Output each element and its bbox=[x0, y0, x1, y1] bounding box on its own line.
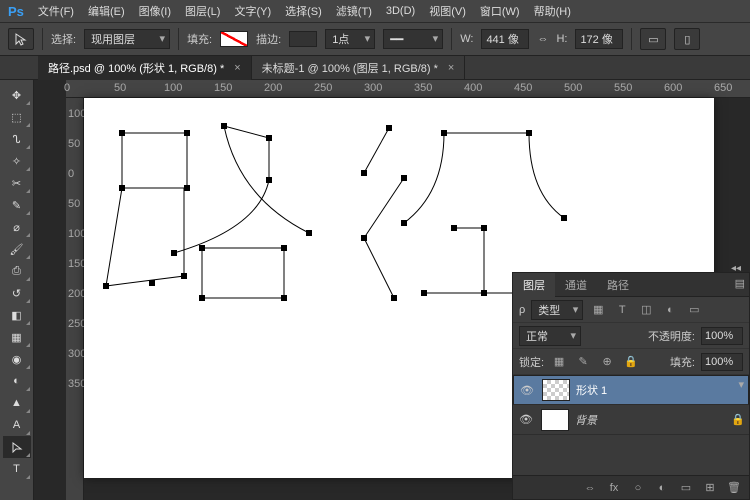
opacity-field[interactable]: 100% bbox=[701, 327, 743, 345]
marquee-tool[interactable]: ⬚ bbox=[3, 106, 31, 128]
panel-tab-paths[interactable]: 路径 bbox=[597, 273, 639, 297]
lasso-tool[interactable]: ᔐ bbox=[3, 128, 31, 150]
menu-filter[interactable]: 滤镜(T) bbox=[336, 3, 372, 19]
menu-window[interactable]: 窗口(W) bbox=[480, 3, 520, 19]
filter-smart-icon[interactable]: ▭ bbox=[685, 301, 703, 319]
layer-row[interactable]: 👁 背景 🔒 bbox=[513, 405, 749, 435]
lock-image-icon[interactable]: ⊕ bbox=[598, 353, 616, 371]
layer-name[interactable]: 背景 bbox=[575, 412, 597, 428]
doc-tab-2[interactable]: 未标题-1 @ 100% (图层 1, RGB/8) *× bbox=[252, 56, 466, 80]
lock-pixels-icon[interactable]: ▦ bbox=[550, 353, 568, 371]
panel-menu-icon[interactable]: ▤ bbox=[735, 277, 745, 290]
layer-row[interactable]: 👁 形状 1 bbox=[513, 375, 749, 405]
panel-tab-channels[interactable]: 通道 bbox=[555, 273, 597, 297]
filter-pixel-icon[interactable]: ▦ bbox=[589, 301, 607, 319]
link-layers-icon[interactable]: ⇔ bbox=[581, 479, 599, 497]
filter-text-icon[interactable]: ◫ bbox=[637, 301, 655, 319]
align-icon[interactable]: ▭ bbox=[640, 28, 666, 50]
toolbox: ✥ ⬚ ᔐ ✧ ✂ ✎ ⌀ 🖌 ⎙ ↺ ◧ ▦ ◉ ◐ ▲ A T bbox=[0, 80, 34, 500]
select-label: 选择: bbox=[51, 31, 76, 47]
path-selection-tool[interactable] bbox=[3, 436, 31, 458]
menu-layer[interactable]: 图层(L) bbox=[185, 3, 220, 19]
app-logo: Ps bbox=[8, 4, 24, 19]
stroke-label: 描边: bbox=[256, 31, 281, 47]
lock-label: 锁定: bbox=[519, 354, 544, 370]
menu-3d[interactable]: 3D(D) bbox=[386, 5, 415, 17]
close-icon[interactable]: × bbox=[234, 62, 240, 74]
fill-swatch[interactable] bbox=[220, 31, 248, 47]
group-icon[interactable]: ▭ bbox=[677, 479, 695, 497]
layer-name[interactable]: 形状 1 bbox=[576, 382, 607, 398]
menu-bar: Ps 文件(F) 编辑(E) 图像(I) 图层(L) 文字(Y) 选择(S) 滤… bbox=[0, 0, 750, 22]
type-tool[interactable]: A bbox=[3, 414, 31, 436]
lock-position-icon[interactable]: ✎ bbox=[574, 353, 592, 371]
gradient-tool[interactable]: ▦ bbox=[3, 326, 31, 348]
text-tool[interactable]: T bbox=[3, 458, 31, 480]
filter-kind-dropdown[interactable]: 类型 bbox=[531, 300, 583, 320]
menu-help[interactable]: 帮助(H) bbox=[534, 3, 571, 19]
layer-thumb[interactable] bbox=[542, 379, 570, 401]
layer-list: 👁 形状 1 👁 背景 🔒 bbox=[513, 375, 749, 475]
document-tab-bar: 路径.psd @ 100% (形状 1, RGB/8) *× 未标题-1 @ 1… bbox=[0, 56, 750, 80]
new-layer-icon[interactable]: ⊞ bbox=[701, 479, 719, 497]
height-label: H: bbox=[556, 33, 567, 45]
menu-view[interactable]: 视图(V) bbox=[429, 3, 466, 19]
lock-icon: 🔒 bbox=[731, 413, 745, 426]
stroke-swatch[interactable] bbox=[289, 31, 317, 47]
brush-tool[interactable]: 🖌 bbox=[3, 238, 31, 260]
doc-tab-1[interactable]: 路径.psd @ 100% (形状 1, RGB/8) *× bbox=[38, 56, 252, 80]
blend-mode-dropdown[interactable]: 正常 bbox=[519, 326, 581, 346]
close-icon[interactable]: × bbox=[448, 62, 454, 74]
history-brush-tool[interactable]: ↺ bbox=[3, 282, 31, 304]
fill-opacity-label: 填充: bbox=[670, 354, 695, 370]
menu-file[interactable]: 文件(F) bbox=[38, 3, 74, 19]
crop-tool[interactable]: ✂ bbox=[3, 172, 31, 194]
stroke-width-field[interactable]: 1点 bbox=[325, 29, 375, 49]
mask-icon[interactable]: ○ bbox=[629, 479, 647, 497]
healing-tool[interactable]: ⌀ bbox=[3, 216, 31, 238]
height-field[interactable]: 172 像 bbox=[575, 29, 623, 49]
dodge-tool[interactable]: ◐ bbox=[3, 370, 31, 392]
stamp-tool[interactable]: ⎙ bbox=[3, 260, 31, 282]
menu-edit[interactable]: 编辑(E) bbox=[88, 3, 125, 19]
menu-image[interactable]: 图像(I) bbox=[139, 3, 171, 19]
panel-tab-layers[interactable]: 图层 bbox=[513, 273, 555, 297]
filter-shape-icon[interactable]: ◐ bbox=[661, 301, 679, 319]
options-bar: 选择: 现用图层 填充: 描边: 1点 ━━ W: 441 像 ⇔ H: 172… bbox=[0, 22, 750, 56]
layer-select-dropdown[interactable]: 现用图层 bbox=[84, 29, 170, 49]
fill-opacity-field[interactable]: 100% bbox=[701, 353, 743, 371]
visibility-icon[interactable]: 👁 bbox=[517, 413, 535, 426]
width-field[interactable]: 441 像 bbox=[481, 29, 529, 49]
stroke-style-dropdown[interactable]: ━━ bbox=[383, 29, 443, 49]
blur-tool[interactable]: ◉ bbox=[3, 348, 31, 370]
filter-adjust-icon[interactable]: T bbox=[613, 301, 631, 319]
width-label: W: bbox=[460, 33, 473, 45]
fill-label: 填充: bbox=[187, 31, 212, 47]
eyedropper-tool[interactable]: ✎ bbox=[3, 194, 31, 216]
visibility-icon[interactable]: 👁 bbox=[518, 384, 536, 397]
layers-panel: ◂◂ 图层 通道 路径 ▤ ρ 类型 ▦ T ◫ ◐ ▭ 正常 不透明度: 10… bbox=[512, 272, 750, 500]
adjustment-icon[interactable]: ◐ bbox=[653, 479, 671, 497]
arrange-icon[interactable]: ▯ bbox=[674, 28, 700, 50]
ruler-horizontal: 0501001502002503003504004505005506006507… bbox=[66, 80, 750, 98]
menu-select[interactable]: 选择(S) bbox=[285, 3, 322, 19]
ruler-vertical: 10050050100150200250300350 bbox=[66, 98, 84, 500]
trash-icon[interactable]: 🗑 bbox=[725, 479, 743, 497]
lock-all-icon[interactable]: 🔒 bbox=[622, 353, 640, 371]
opacity-label: 不透明度: bbox=[648, 328, 695, 344]
layer-thumb[interactable] bbox=[541, 409, 569, 431]
move-tool[interactable]: ✥ bbox=[3, 84, 31, 106]
link-wh-icon[interactable]: ⇔ bbox=[537, 33, 548, 45]
eraser-tool[interactable]: ◧ bbox=[3, 304, 31, 326]
magic-wand-tool[interactable]: ✧ bbox=[3, 150, 31, 172]
pen-tool[interactable]: ▲ bbox=[3, 392, 31, 414]
menu-text[interactable]: 文字(Y) bbox=[234, 3, 271, 19]
panel-footer: ⇔ fx ○ ◐ ▭ ⊞ 🗑 bbox=[513, 475, 749, 499]
direct-selection-tool-icon[interactable] bbox=[8, 28, 34, 50]
kind-icon: ρ bbox=[519, 304, 525, 316]
fx-icon[interactable]: fx bbox=[605, 479, 623, 497]
